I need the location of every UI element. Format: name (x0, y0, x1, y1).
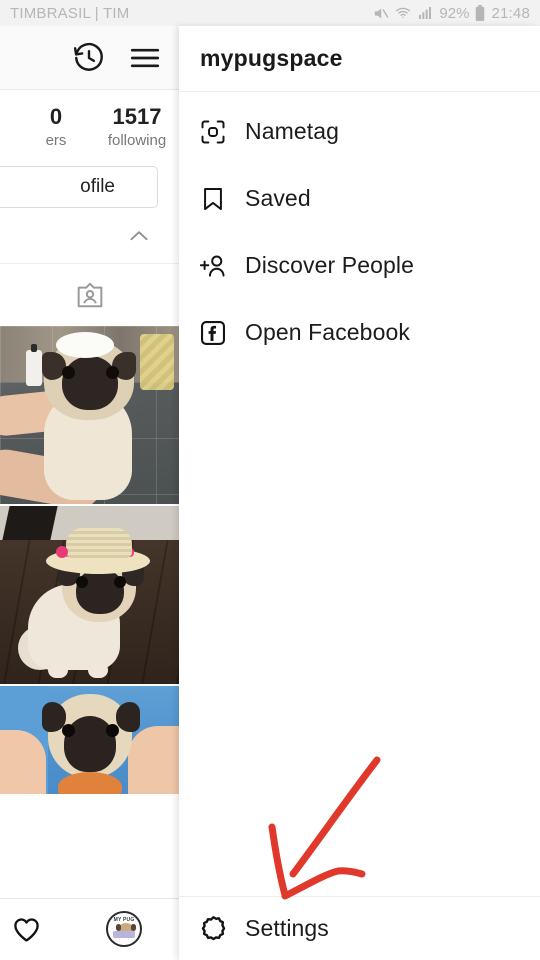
profile-collapse-row (0, 208, 180, 264)
stat-followers[interactable]: 0 ers (38, 104, 74, 149)
followers-label: ers (45, 131, 67, 149)
following-label: following (107, 131, 167, 149)
profile-tab[interactable]: MY PUG (106, 911, 142, 947)
following-count: 1517 (112, 103, 162, 129)
followers-count: 0 (49, 103, 63, 129)
drawer-menu-list: Nametag Saved Discover People Open Faceb… (179, 92, 540, 896)
photo-grid-item[interactable] (0, 326, 180, 506)
menu-item-discover-people[interactable]: Discover People (179, 232, 540, 299)
activity-heart-icon (13, 918, 39, 942)
cellular-signal-icon (419, 7, 432, 19)
drawer-header: mypugspace (179, 26, 540, 92)
profile-stats-row: 0 ers 1517 following (0, 90, 180, 162)
clock-label: 21:48 (491, 4, 530, 22)
facebook-icon (198, 318, 228, 348)
menu-item-saved[interactable]: Saved (179, 165, 540, 232)
battery-icon (476, 4, 485, 21)
person-add-icon (198, 251, 228, 281)
bookmark-icon (198, 184, 228, 214)
menu-item-label: Nametag (245, 118, 340, 144)
bottom-navigation-bar: MY PUG (0, 898, 180, 960)
menu-item-label: Saved (245, 185, 311, 211)
chevron-up-icon[interactable] (126, 223, 152, 249)
avatar: MY PUG (106, 911, 142, 947)
photo-grid (0, 326, 180, 796)
profile-page-behind-drawer: 0 ers 1517 following ofile MY PUG (0, 26, 180, 960)
wifi-icon (396, 7, 411, 19)
archive-history-icon[interactable] (72, 41, 106, 75)
menu-item-label: Settings (245, 915, 329, 941)
side-drawer-menu: mypugspace Nametag Saved Discover People… (179, 26, 540, 960)
menu-item-label: Open Facebook (245, 319, 410, 345)
status-bar: TIMBRASIL | TIM 92% 21:48 (0, 0, 540, 26)
hamburger-menu-icon[interactable] (128, 41, 162, 75)
mute-icon (375, 8, 389, 18)
menu-item-settings[interactable]: Settings (179, 896, 540, 960)
photo-grid-item[interactable] (0, 506, 180, 686)
nametag-scan-icon (198, 117, 228, 147)
menu-item-nametag[interactable]: Nametag (179, 98, 540, 165)
avatar-banner (113, 931, 135, 938)
tagged-photos-tab[interactable] (0, 264, 180, 326)
phone-screen: TIMBRASIL | TIM 92% 21:48 0 ers 1517 fol… (0, 0, 540, 960)
menu-item-label: Discover People (245, 252, 414, 278)
status-indicators: 92% 21:48 (372, 4, 530, 22)
activity-tab[interactable] (2, 914, 50, 945)
gear-icon (198, 914, 228, 944)
photo-grid-item[interactable] (0, 686, 180, 796)
menu-item-open-facebook[interactable]: Open Facebook (179, 299, 540, 366)
stat-following[interactable]: 1517 following (100, 104, 174, 149)
carrier-label: TIMBRASIL | TIM (10, 4, 130, 22)
battery-percent-label: 92% (439, 4, 470, 22)
edit-profile-button[interactable]: ofile (0, 166, 158, 208)
profile-header (0, 26, 180, 90)
tagged-photos-icon (77, 282, 103, 308)
drawer-username-title: mypugspace (200, 45, 343, 71)
